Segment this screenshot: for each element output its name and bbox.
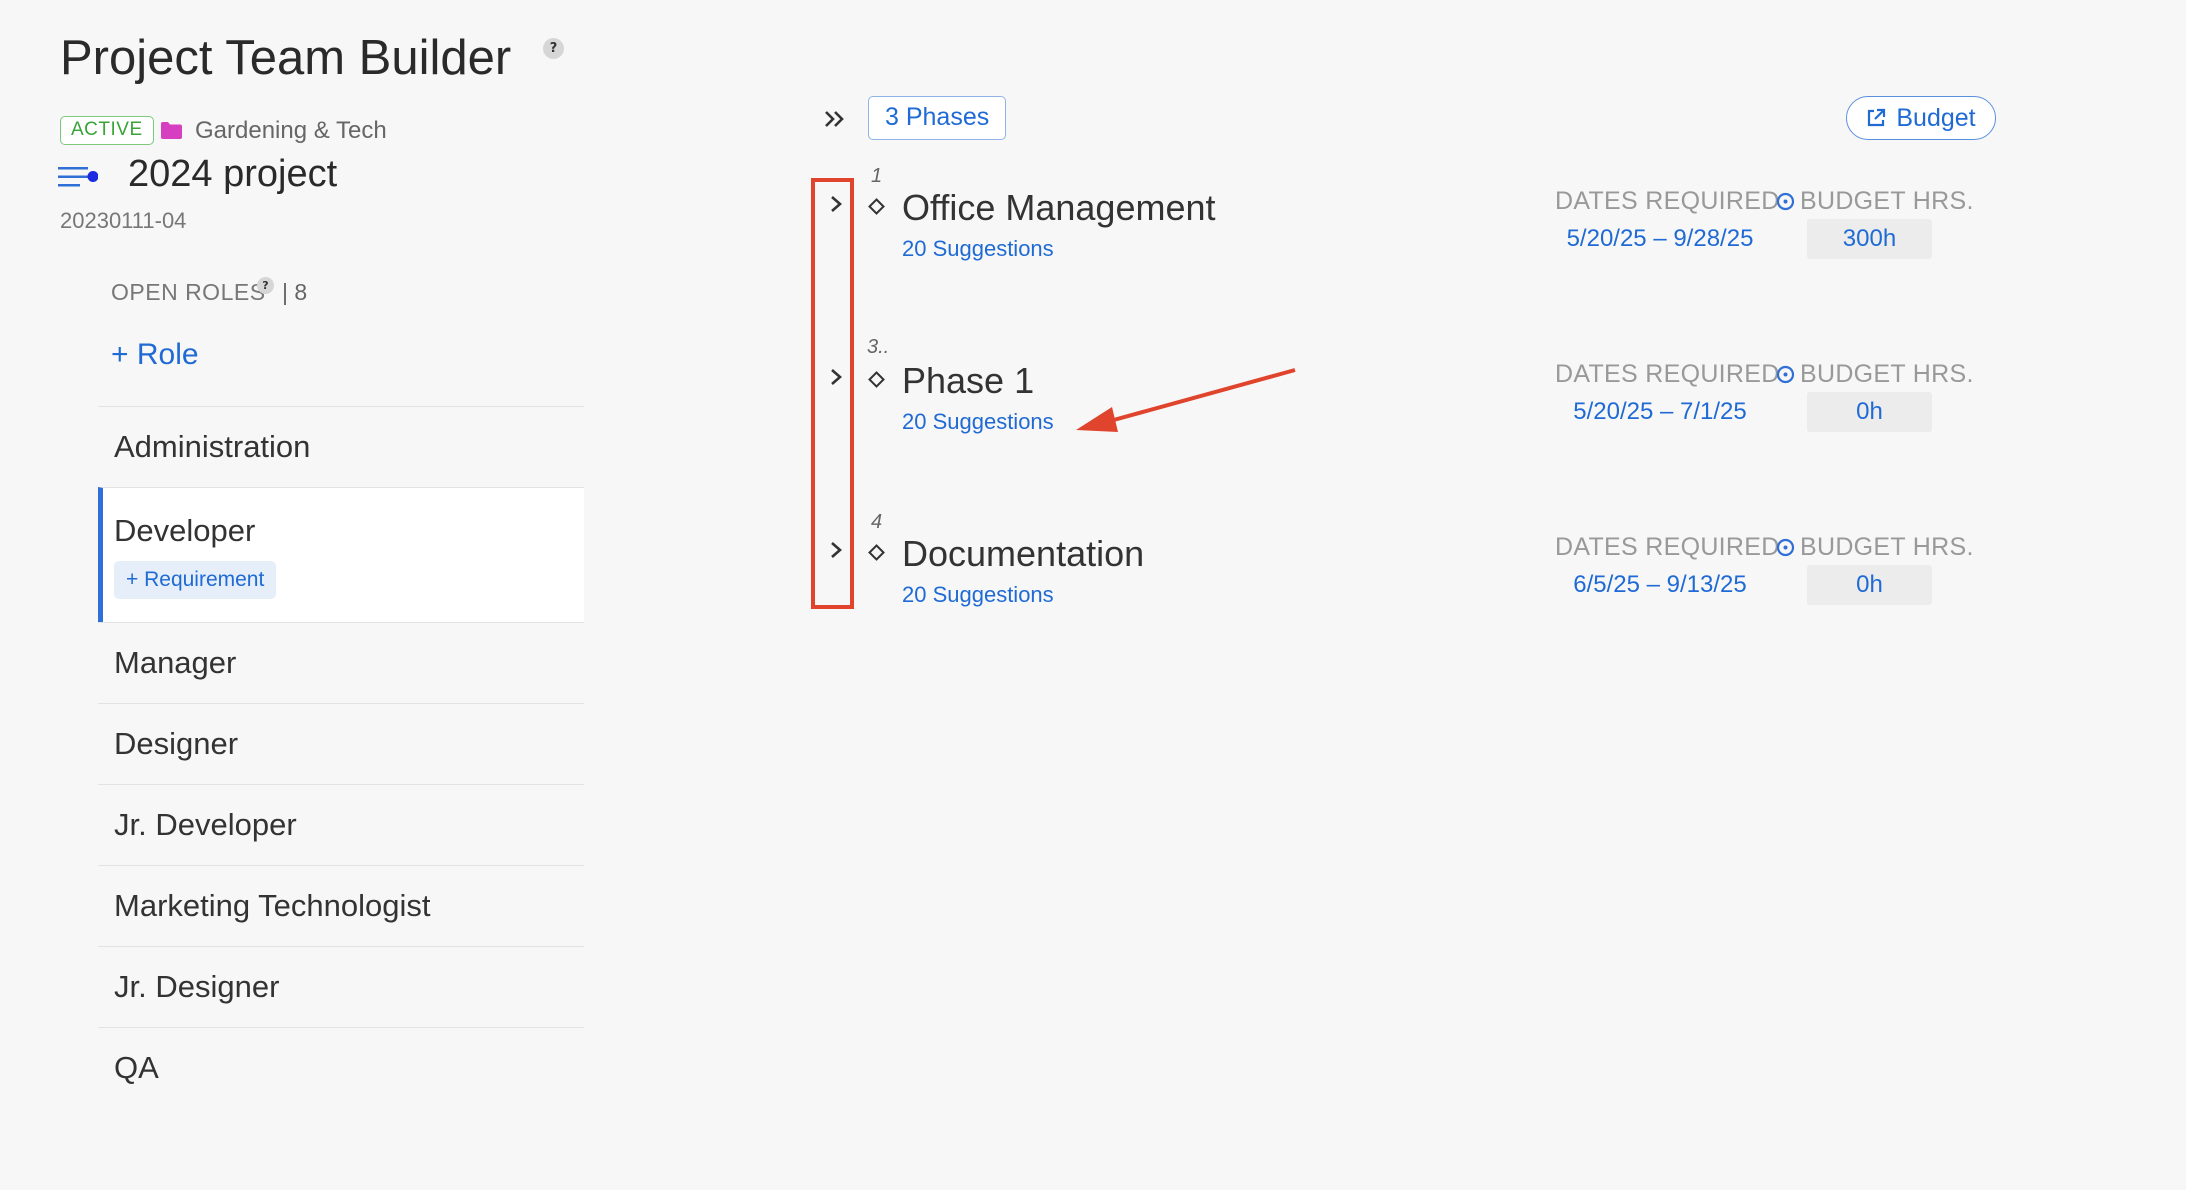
clock-icon (1776, 192, 1795, 211)
suggestions-link[interactable]: 20 Suggestions (902, 236, 1054, 262)
suggestions-link[interactable]: 20 Suggestions (902, 582, 1054, 608)
annotation-highlight-box (811, 178, 854, 609)
role-label: Manager (114, 645, 237, 680)
phase-number: 4 (871, 511, 883, 533)
help-icon[interactable]: ? (543, 38, 564, 59)
dates-required-label: DATES REQUIRED (1555, 187, 1780, 215)
budget-button[interactable]: Budget (1846, 96, 1996, 140)
open-roles-label: OPEN ROLES (111, 279, 266, 305)
phase-number: 1 (871, 165, 883, 187)
role-label: QA (114, 1050, 159, 1085)
role-label: Marketing Technologist (114, 888, 431, 923)
client-name[interactable]: Gardening & Tech (195, 117, 387, 145)
budget-hours-label: BUDGET HRS. (1800, 187, 1974, 215)
phase-row: 1 Office Management 20 Suggestions DATES… (0, 160, 2186, 280)
folder-icon (161, 122, 182, 139)
role-label: Jr. Developer (114, 807, 297, 842)
role-item-jr-developer[interactable]: Jr. Developer (98, 784, 584, 865)
diamond-icon (868, 198, 885, 215)
dates-required-label: DATES REQUIRED (1555, 360, 1780, 388)
phase-name[interactable]: Phase 1 (902, 360, 1034, 402)
budget-hours-value[interactable]: 300h (1807, 219, 1932, 259)
role-label: Designer (114, 726, 239, 761)
budget-label: Budget (1896, 103, 1976, 132)
open-roles-count: | 8 (282, 279, 308, 305)
dates-required-label: DATES REQUIRED (1555, 533, 1780, 561)
budget-hours-value[interactable]: 0h (1807, 392, 1932, 432)
dates-value[interactable]: 5/20/25 – 7/1/25 (1555, 398, 1765, 426)
role-item-marketing-technologist[interactable]: Marketing Technologist (98, 865, 584, 946)
dates-value[interactable]: 5/20/25 – 9/28/25 (1555, 225, 1765, 253)
annotation-arrow (1076, 368, 1296, 432)
role-item-manager[interactable]: Manager (98, 622, 584, 703)
diamond-icon (868, 544, 885, 561)
page-title: Project Team Builder (60, 31, 512, 85)
role-item-jr-designer[interactable]: Jr. Designer (98, 946, 584, 1027)
phase-row: 4 Documentation 20 Suggestions DATES REQ… (0, 506, 2186, 626)
suggestions-link[interactable]: 20 Suggestions (902, 409, 1054, 435)
diamond-icon (868, 371, 885, 388)
external-link-icon (1868, 108, 1886, 127)
phase-name[interactable]: Office Management (902, 187, 1216, 229)
role-item-qa[interactable]: QA (98, 1027, 584, 1108)
status-badge: ACTIVE (60, 116, 154, 145)
double-chevron-icon[interactable] (820, 104, 850, 134)
dates-value[interactable]: 6/5/25 – 9/13/25 (1555, 571, 1765, 599)
phase-name[interactable]: Documentation (902, 533, 1144, 575)
role-item-designer[interactable]: Designer (98, 703, 584, 784)
phase-number: 3.. (867, 336, 890, 358)
budget-hours-value[interactable]: 0h (1807, 565, 1932, 605)
role-label: Jr. Designer (114, 969, 280, 1004)
budget-hours-label: BUDGET HRS. (1800, 533, 1974, 561)
budget-hours-label: BUDGET HRS. (1800, 360, 1974, 388)
clock-icon (1776, 365, 1795, 384)
clock-icon (1776, 538, 1795, 557)
phases-button[interactable]: 3 Phases (868, 96, 1007, 140)
